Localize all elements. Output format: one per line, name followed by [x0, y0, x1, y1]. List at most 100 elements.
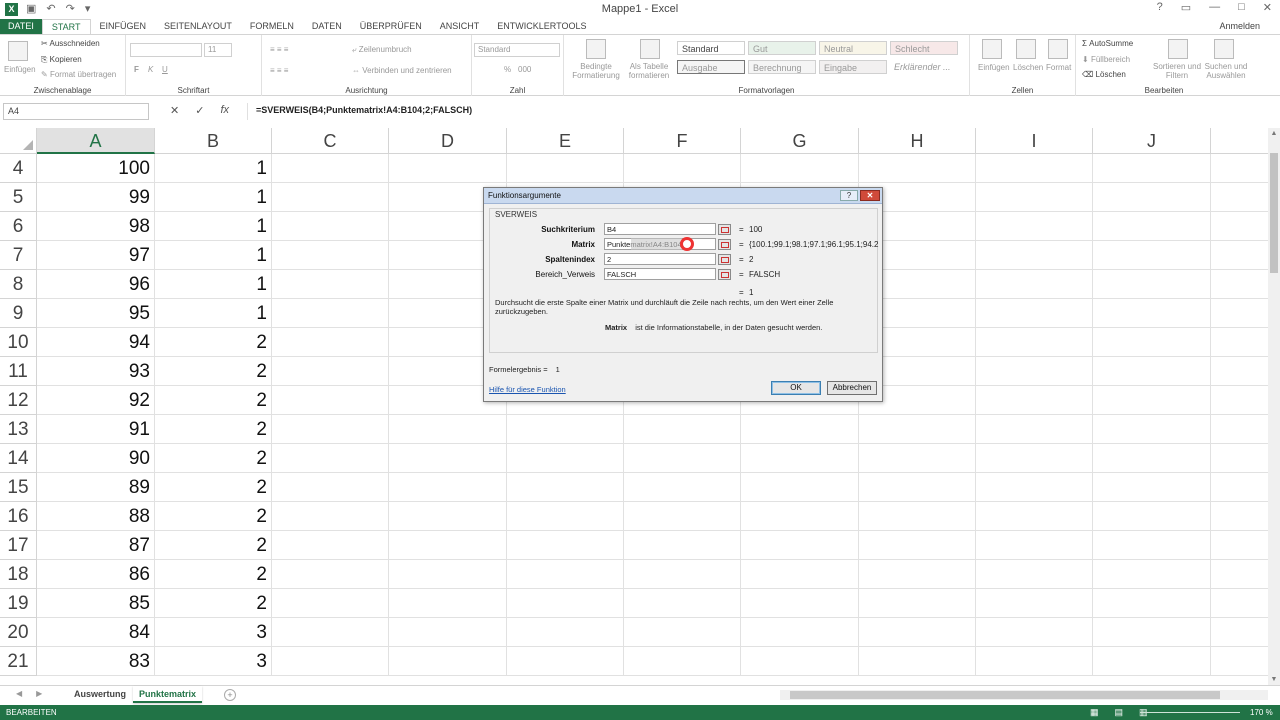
insert-function-icon[interactable]: fx — [220, 104, 229, 117]
style-erklaerender[interactable]: Erklärender ... — [890, 60, 958, 74]
row-header[interactable]: 17 — [0, 531, 37, 560]
page-layout-view-icon[interactable]: ▤ — [1115, 707, 1124, 718]
zoom-slider[interactable] — [1140, 712, 1240, 713]
grid-cell[interactable] — [741, 560, 859, 589]
style-neutral[interactable]: Neutral — [819, 41, 887, 55]
insert-cells-button[interactable]: Einfügen — [978, 63, 1010, 72]
autosum-button[interactable]: Σ AutoSumme — [1082, 39, 1133, 48]
grid-cell[interactable] — [1093, 618, 1211, 647]
grid-cell[interactable] — [1093, 241, 1211, 270]
row-header[interactable]: 14 — [0, 444, 37, 473]
grid-cell[interactable] — [624, 589, 741, 618]
sort-filter-icon[interactable] — [1168, 39, 1188, 59]
grid-cell[interactable] — [859, 560, 976, 589]
grid-cell[interactable] — [507, 647, 624, 676]
range-picker-icon[interactable] — [718, 254, 731, 265]
row-header[interactable]: 21 — [0, 647, 37, 676]
grid-cell[interactable]: 2 — [155, 531, 272, 560]
grid-cell[interactable] — [976, 270, 1093, 299]
grid-cell[interactable] — [976, 560, 1093, 589]
cut-button[interactable]: ✂ Ausschneiden — [41, 39, 100, 48]
grid-cell[interactable]: 1 — [155, 270, 272, 299]
dialog-close-icon[interactable]: ✕ — [860, 190, 880, 201]
grid-cell[interactable]: 2 — [155, 473, 272, 502]
grid-cell[interactable]: 96 — [37, 270, 155, 299]
grid-cell[interactable] — [741, 647, 859, 676]
column-header-d[interactable]: D — [389, 128, 507, 154]
grid-cell[interactable] — [976, 647, 1093, 676]
grid-cell[interactable] — [741, 531, 859, 560]
tab-entwicklertools[interactable]: ENTWICKLERTOOLS — [488, 19, 595, 34]
row-header[interactable]: 19 — [0, 589, 37, 618]
grid-cell[interactable] — [1211, 502, 1268, 531]
close-icon[interactable]: ✕ — [1263, 1, 1272, 14]
style-ausgabe[interactable]: Ausgabe — [677, 60, 745, 74]
column-header-g[interactable]: G — [741, 128, 859, 154]
grid-cell[interactable] — [976, 444, 1093, 473]
align-left-icon[interactable]: ≡ ≡ ≡ — [270, 66, 288, 75]
grid-cell[interactable] — [507, 589, 624, 618]
grid-cell[interactable] — [1093, 299, 1211, 328]
grid-cell[interactable] — [1211, 560, 1268, 589]
grid-cell[interactable] — [389, 502, 507, 531]
grid-cell[interactable] — [976, 183, 1093, 212]
grid-cell[interactable] — [272, 531, 389, 560]
grid-cell[interactable]: 2 — [155, 502, 272, 531]
tab-start[interactable]: START — [41, 19, 91, 34]
grid-cell[interactable] — [1211, 183, 1268, 212]
grid-cell[interactable] — [1093, 444, 1211, 473]
column-header-b[interactable]: B — [155, 128, 272, 154]
insert-cells-icon[interactable] — [982, 39, 1002, 59]
grid-cell[interactable] — [976, 299, 1093, 328]
grid-cell[interactable] — [624, 154, 741, 183]
grid-cell[interactable] — [507, 154, 624, 183]
grid-cell[interactable]: 2 — [155, 415, 272, 444]
grid-cell[interactable] — [624, 618, 741, 647]
grid-cell[interactable]: 85 — [37, 589, 155, 618]
grid-cell[interactable] — [1093, 154, 1211, 183]
grid-cell[interactable] — [741, 618, 859, 647]
grid-cell[interactable] — [976, 328, 1093, 357]
style-eingabe[interactable]: Eingabe — [819, 60, 887, 74]
grid-cell[interactable]: 2 — [155, 328, 272, 357]
grid-cell[interactable] — [1093, 473, 1211, 502]
grid-cell[interactable] — [976, 618, 1093, 647]
grid-cell[interactable]: 92 — [37, 386, 155, 415]
grid-cell[interactable] — [1211, 415, 1268, 444]
grid-cell[interactable]: 98 — [37, 212, 155, 241]
grid-cell[interactable] — [389, 473, 507, 502]
dialog-help-icon[interactable]: ? — [840, 190, 858, 201]
grid-cell[interactable] — [272, 647, 389, 676]
login-link[interactable]: Anmelden — [1219, 19, 1260, 34]
column-header-a[interactable]: A — [37, 128, 155, 154]
italic-button[interactable]: K — [148, 65, 153, 74]
format-as-table-button[interactable]: Als Tabelle formatieren — [624, 62, 674, 80]
arg-input-suchkriterium[interactable]: B4 — [604, 223, 716, 235]
grid-cell[interactable] — [1093, 212, 1211, 241]
style-berechnung[interactable]: Berechnung — [748, 60, 816, 74]
grid-cell[interactable]: 2 — [155, 589, 272, 618]
grid-cell[interactable] — [272, 618, 389, 647]
grid-cell[interactable] — [859, 618, 976, 647]
scroll-up-icon[interactable]: ▲ — [1268, 130, 1280, 137]
grid-cell[interactable]: 100 — [37, 154, 155, 183]
grid-cell[interactable] — [1211, 386, 1268, 415]
grid-cell[interactable] — [624, 560, 741, 589]
number-format-combo[interactable]: Standard — [474, 43, 560, 57]
grid-cell[interactable] — [1211, 328, 1268, 357]
grid-cell[interactable] — [389, 154, 507, 183]
formula-input[interactable]: =SVERWEIS(B4;Punktematrix!A4:B104;2;FALS… — [247, 103, 1269, 120]
grid-cell[interactable] — [976, 386, 1093, 415]
row-header[interactable]: 5 — [0, 183, 37, 212]
grid-cell[interactable] — [272, 357, 389, 386]
grid-cell[interactable] — [976, 531, 1093, 560]
grid-cell[interactable]: 90 — [37, 444, 155, 473]
tab-einfuegen[interactable]: EINFÜGEN — [91, 19, 156, 34]
grid-cell[interactable] — [859, 444, 976, 473]
grid-cell[interactable] — [507, 560, 624, 589]
vertical-scroll-thumb[interactable] — [1270, 153, 1278, 273]
grid-cell[interactable] — [1093, 589, 1211, 618]
grid-cell[interactable] — [1211, 241, 1268, 270]
align-top-icon[interactable]: ≡ ≡ ≡ — [270, 45, 288, 54]
grid-cell[interactable] — [507, 502, 624, 531]
